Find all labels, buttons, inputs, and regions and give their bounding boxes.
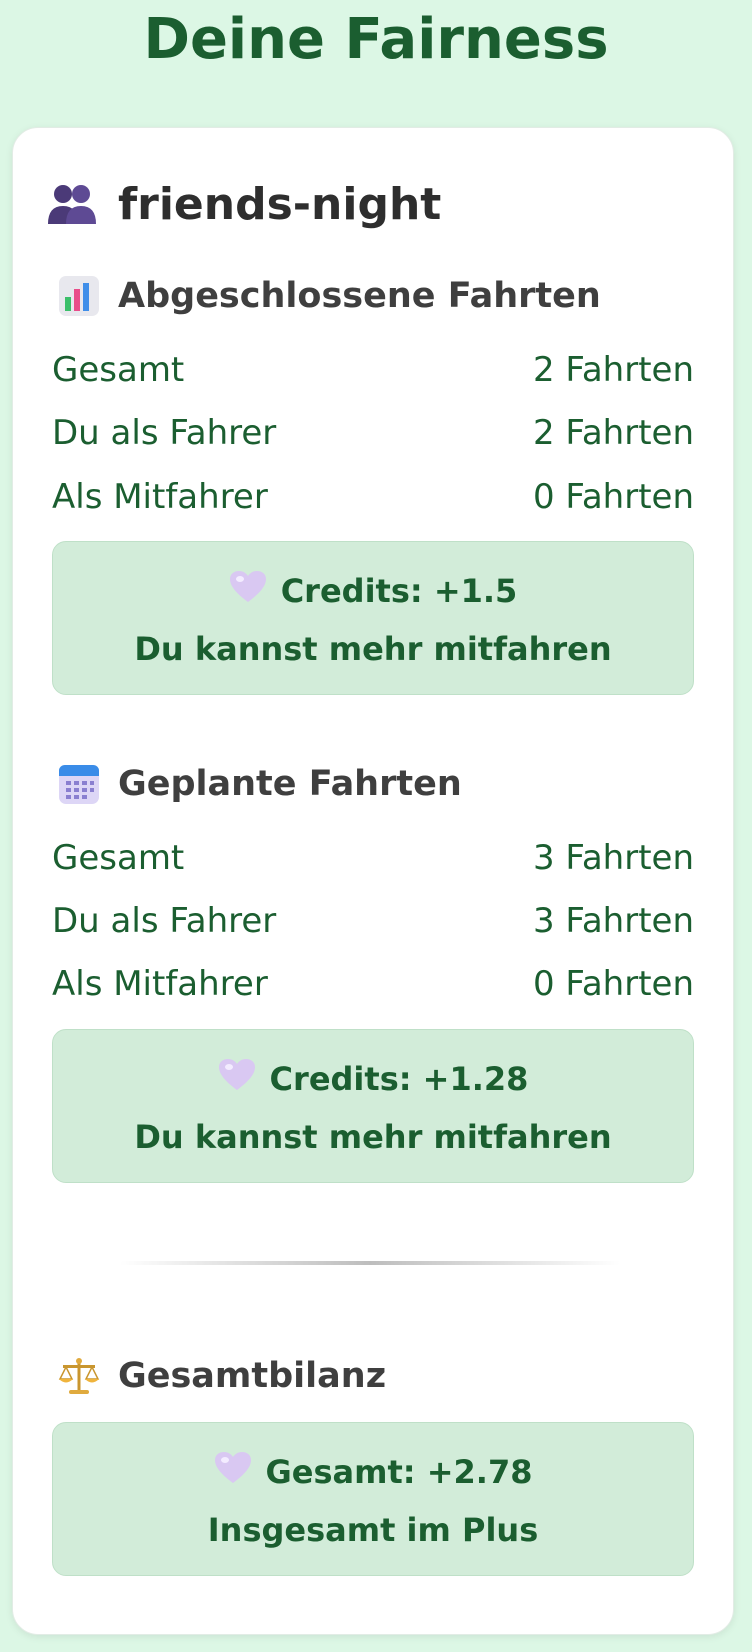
planned-row-passenger: Als Mitfahrer 0 Fahrten — [52, 960, 694, 1008]
completed-credit-box: Credits: +1.5 Du kannst mehr mitfahren — [52, 541, 694, 695]
people-icon — [46, 180, 98, 228]
credits-value: Credits: +1.5 — [280, 572, 518, 610]
stat-value: 3 Fahrten — [532, 838, 694, 878]
stat-label: Als Mitfahrer — [52, 477, 268, 517]
divider — [120, 1261, 620, 1265]
stat-label: Du als Fahrer — [52, 413, 277, 453]
page-title: Deine Fairness — [143, 7, 609, 72]
bar-chart-icon — [58, 275, 100, 317]
completed-section-title: Abgeschlossene Fahrten — [118, 276, 601, 316]
credits-message: Du kannst mehr mitfahren — [134, 630, 612, 668]
total-value: Gesamt: +2.78 — [265, 1453, 533, 1491]
stat-label: Gesamt — [52, 350, 185, 390]
stat-value: 0 Fahrten — [532, 964, 694, 1004]
credits-message: Du kannst mehr mitfahren — [134, 1118, 612, 1156]
planned-section-header: Geplante Fahrten — [58, 758, 462, 810]
stat-label: Du als Fahrer — [52, 901, 277, 941]
planned-section-title: Geplante Fahrten — [118, 764, 462, 804]
stat-label: Gesamt — [52, 838, 185, 878]
completed-row-total: Gesamt 2 Fahrten — [52, 346, 694, 394]
stat-value: 2 Fahrten — [532, 350, 694, 390]
heart-icon — [214, 1451, 252, 1493]
heart-icon — [218, 1058, 256, 1100]
calendar-icon — [58, 763, 100, 805]
group-header: friends-night — [46, 170, 441, 238]
total-section-header: Gesamtbilanz — [58, 1350, 386, 1402]
credits-value: Credits: +1.28 — [269, 1060, 529, 1098]
planned-row-total: Gesamt 3 Fahrten — [52, 834, 694, 882]
total-section-title: Gesamtbilanz — [118, 1356, 387, 1396]
scales-icon — [58, 1355, 100, 1397]
completed-row-driver: Du als Fahrer 2 Fahrten — [52, 409, 694, 457]
total-message: Insgesamt im Plus — [207, 1511, 539, 1549]
stat-value: 3 Fahrten — [532, 901, 694, 941]
group-name: friends-night — [118, 178, 442, 230]
completed-section-header: Abgeschlossene Fahrten — [58, 270, 601, 322]
stat-value: 2 Fahrten — [532, 413, 694, 453]
stat-value: 0 Fahrten — [532, 477, 694, 517]
stat-label: Als Mitfahrer — [52, 964, 268, 1004]
total-credit-box: Gesamt: +2.78 Insgesamt im Plus — [52, 1422, 694, 1576]
heart-icon — [229, 570, 267, 612]
planned-row-driver: Du als Fahrer 3 Fahrten — [52, 897, 694, 945]
completed-row-passenger: Als Mitfahrer 0 Fahrten — [52, 473, 694, 521]
planned-credit-box: Credits: +1.28 Du kannst mehr mitfahren — [52, 1029, 694, 1183]
